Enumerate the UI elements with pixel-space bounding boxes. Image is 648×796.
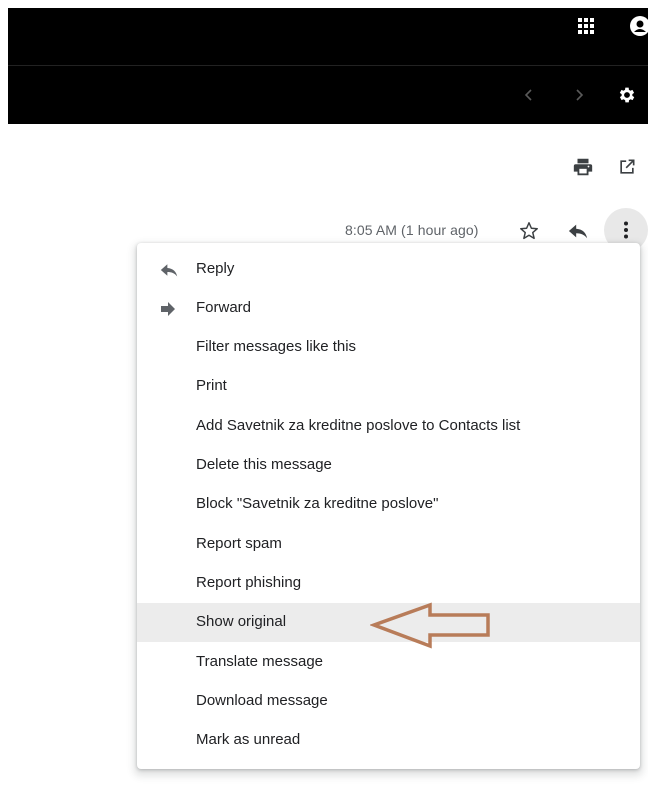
menu-item-label: Filter messages like this (196, 338, 357, 355)
annotation-arrow-icon (368, 602, 494, 655)
menu-item-label: Show original (196, 613, 287, 630)
menu-item-label: Mark as unread (196, 731, 301, 748)
menu-item-label: Reply (196, 260, 235, 277)
menu-item-reply[interactable]: Reply (137, 250, 640, 289)
star-icon[interactable] (518, 220, 540, 242)
menu-item-label: Forward (196, 299, 252, 316)
grid-icon[interactable] (576, 16, 596, 36)
menu-item-label: Add Savetnik za kreditne poslove to Cont… (196, 417, 521, 434)
menu-item-report-spam[interactable]: Report spam (137, 525, 640, 564)
menu-item-add-to-contacts[interactable]: Add Savetnik za kreditne poslove to Cont… (137, 407, 640, 446)
menu-item-label: Translate message (196, 653, 324, 670)
menu-item-label: Report phishing (196, 574, 302, 591)
menu-item-print[interactable]: Print (137, 367, 640, 406)
chevron-right-icon[interactable] (572, 88, 586, 102)
menu-item-block-sender[interactable]: Block "Savetnik za kreditne poslove" (137, 485, 640, 524)
menu-item-download-message[interactable]: Download message (137, 682, 640, 721)
chevron-left-icon[interactable] (522, 88, 536, 102)
message-timestamp: 8:05 AM (1 hour ago) (345, 222, 479, 238)
reply-icon[interactable] (567, 221, 589, 241)
menu-item-label: Block "Savetnik za kreditne poslove" (196, 495, 439, 512)
reply-icon (159, 261, 179, 284)
open-in-new-icon[interactable] (617, 157, 637, 177)
menu-item-label: Print (196, 377, 227, 394)
more-vert-icon (623, 221, 629, 239)
forward-icon (159, 300, 177, 323)
menu-item-filter-messages[interactable]: Filter messages like this (137, 328, 640, 367)
printer-icon[interactable] (572, 156, 594, 178)
menu-item-label: Download message (196, 692, 328, 709)
menu-item-report-phishing[interactable]: Report phishing (137, 564, 640, 603)
menu-item-delete-message[interactable]: Delete this message (137, 446, 640, 485)
account-icon[interactable] (628, 14, 648, 38)
menu-item-label: Delete this message (196, 456, 332, 473)
menu-item-mark-as-unread[interactable]: Mark as unread (137, 721, 640, 760)
top-bar-divider (8, 65, 648, 66)
menu-item-forward[interactable]: Forward (137, 289, 640, 328)
gear-icon[interactable] (617, 85, 637, 105)
more-options-menu: Reply Forward Filter messages like this … (137, 243, 640, 769)
menu-item-label: Report spam (196, 535, 282, 552)
top-bar (8, 8, 648, 124)
